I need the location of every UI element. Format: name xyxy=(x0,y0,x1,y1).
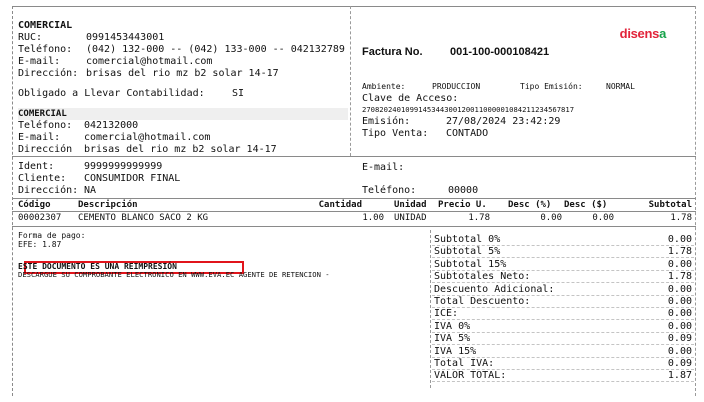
client-email-label: E-mail: xyxy=(362,162,405,173)
emission-type-label: Tipo Emisión: xyxy=(520,82,583,91)
branch-name: COMERCIAL xyxy=(18,109,67,119)
left-border xyxy=(12,6,13,396)
client-bottom-line xyxy=(12,198,696,199)
client-address-label: Dirección: xyxy=(18,185,79,196)
total-value: 1.78 xyxy=(667,246,692,258)
invoice-number: 001-100-000108421 xyxy=(450,46,550,58)
client-phone: 00000 xyxy=(448,185,479,196)
seller-phone-label: Teléfono: xyxy=(18,44,73,55)
col-disc-pct: Desc (%) xyxy=(508,200,552,210)
seller-ruc: 0991453443001 xyxy=(86,32,165,43)
col-subtotal: Subtotal xyxy=(648,200,692,210)
seller-address-label: Dirección: xyxy=(18,68,79,79)
totals-divider xyxy=(430,230,431,388)
total-value: 0.00 xyxy=(667,258,692,270)
branch-address-label: Dirección xyxy=(18,144,73,155)
branch-band xyxy=(18,108,348,120)
seller-email-label: E-mail: xyxy=(18,56,61,67)
seller-email: comercial@hotmail.com xyxy=(86,56,213,67)
col-disc-amt: Desc ($) xyxy=(564,200,608,210)
env-label: Ambiente: xyxy=(362,82,406,91)
row-price: 1.78 xyxy=(468,213,490,223)
total-value: 1.87 xyxy=(667,370,692,382)
col-description: Descripción xyxy=(78,200,138,210)
total-value: 0.00 xyxy=(667,283,692,295)
row-unit: UNIDAD xyxy=(394,213,427,223)
total-value: 0.00 xyxy=(667,308,692,320)
total-value: 0.09 xyxy=(667,333,692,345)
total-value: 0.00 xyxy=(667,234,692,245)
invoice-title: Factura No. xyxy=(362,46,423,58)
col-unit: Unidad xyxy=(394,200,427,210)
access-key-value: 2708202401099145344300120011000001084211… xyxy=(362,105,575,114)
client-address: NA xyxy=(84,185,97,196)
download-note: DESCARGUE SU COMPROBANTE ELECTRONICO EN … xyxy=(18,270,330,279)
sale-type-label: Tipo Venta: xyxy=(362,128,429,139)
accounting-label: Obligado a Llevar Contabilidad: xyxy=(18,88,205,99)
date-label: Emisión: xyxy=(362,116,411,127)
total-separator xyxy=(432,319,694,321)
client-phone-label: Teléfono: xyxy=(362,185,417,196)
branch-phone-label: Teléfono: xyxy=(18,120,73,131)
seller-ruc-label: RUC: xyxy=(18,32,43,43)
emission-type-value: NORMAL xyxy=(606,82,635,91)
table-bottom-line xyxy=(12,226,696,227)
sale-type-value: CONTADO xyxy=(446,128,489,139)
date-value: 27/08/2024 23:42:29 xyxy=(446,116,561,127)
table-header-line xyxy=(12,211,696,212)
branch-email: comercial@hotmail.com xyxy=(84,132,211,143)
client-name-label: Cliente: xyxy=(18,173,67,184)
total-value: 1.78 xyxy=(667,271,692,283)
access-key-label: Clave de Acceso: xyxy=(362,93,459,104)
top-border xyxy=(12,6,696,7)
disensa-logo: disensa xyxy=(619,26,667,41)
col-code: Código xyxy=(18,200,51,210)
header-divider xyxy=(350,6,351,156)
env-value: PRODUCCION xyxy=(432,82,481,91)
payment-method: EFE: 1.87 xyxy=(18,240,62,249)
total-value: 0.00 xyxy=(667,345,692,357)
seller-name: COMERCIAL xyxy=(18,20,73,31)
total-value: 0.00 xyxy=(667,296,692,307)
accounting-value: SI xyxy=(232,88,245,99)
seller-phone: (042) 132-000 -- (042) 133-000 -- 042132… xyxy=(86,44,345,55)
row-code: 00002307 xyxy=(18,213,62,223)
branch-phone: 042132000 xyxy=(84,120,139,131)
right-border xyxy=(695,6,696,396)
invoice-document: COMERCIAL RUC: 0991453443001 Teléfono: (… xyxy=(12,6,696,396)
row-description: CEMENTO BLANCO SACO 2 KG xyxy=(78,213,209,223)
client-name: CONSUMIDOR FINAL xyxy=(84,173,181,184)
client-ident-label: Ident: xyxy=(18,161,55,172)
total-value: 0.09 xyxy=(667,358,692,369)
col-price: Precio U. xyxy=(438,200,487,210)
row-qty: 1.00 xyxy=(362,213,384,223)
total-separator xyxy=(432,331,694,333)
row-disc-amt: 0.00 xyxy=(592,213,614,223)
col-qty: Cantidad xyxy=(318,200,362,210)
branch-address: brisas del rio mz b2 solar 14-17 xyxy=(84,144,277,155)
total-separator xyxy=(432,307,694,308)
client-ident: 9999999999999 xyxy=(84,161,163,172)
row-disc-pct: 0.00 xyxy=(540,213,562,223)
seller-address: brisas del rio mz b2 solar 14-17 xyxy=(86,68,279,79)
branch-email-label: E-mail: xyxy=(18,132,61,143)
header-bottom-line xyxy=(12,156,696,157)
total-separator xyxy=(432,381,694,383)
row-subtotal: 1.78 xyxy=(670,213,692,223)
total-value: 0.00 xyxy=(667,320,692,332)
